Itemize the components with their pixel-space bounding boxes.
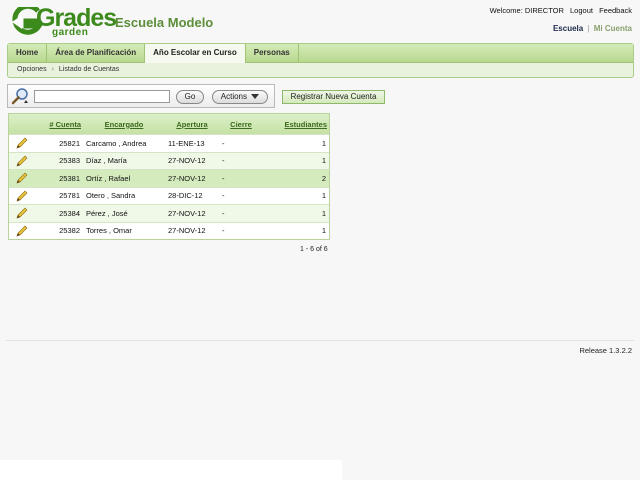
encargado-cell: Torres , Omar	[83, 221, 165, 239]
pencil-icon[interactable]	[15, 172, 29, 184]
table-header-row: # Cuenta Encargado Apertura Cierre Estud…	[9, 114, 329, 135]
header-cierre[interactable]: Cierre	[219, 114, 263, 135]
logout-link[interactable]: Logout	[570, 6, 593, 15]
edit-cell[interactable]	[9, 134, 33, 152]
pagination-info: 1 - 6 of 6	[300, 246, 328, 253]
breadcrumb: Opciones › Listado de Cuentas	[17, 66, 119, 73]
escuela-link[interactable]: Escuela	[553, 24, 583, 33]
encargado-cell: Carcamo , Andrea	[83, 134, 165, 152]
encargado-cell: Ortíz , Rafael	[83, 169, 165, 187]
tab-personas[interactable]: Personas	[246, 44, 299, 62]
cuenta-cell: 25821	[33, 134, 83, 152]
feedback-link[interactable]: Feedback	[599, 6, 632, 15]
logo-text-garden: garden	[52, 27, 89, 38]
welcome-text: Welcome: DIRECTOR	[489, 6, 564, 15]
breadcrumb-listado: Listado de Cuentas	[58, 66, 120, 73]
footer-divider	[6, 340, 634, 341]
edit-cell[interactable]	[9, 151, 33, 170]
apertura-cell: 27-NOV-12	[165, 204, 219, 222]
apertura-cell: 27-NOV-12	[165, 151, 219, 170]
breadcrumb-chevron-icon: ›	[51, 66, 54, 73]
encargado-cell: Díaz , María	[83, 151, 165, 170]
nav-tabs: Home Área de Planificación Año Escolar e…	[8, 44, 633, 63]
estudiantes-cell: 1	[263, 151, 329, 170]
header-edit	[9, 114, 33, 135]
pencil-icon[interactable]	[15, 225, 29, 237]
search-toolbar: Go Actions	[7, 84, 275, 108]
header-encargado[interactable]: Encargado	[83, 114, 165, 135]
cierre-cell: -	[219, 169, 263, 187]
cierre-cell: -	[219, 204, 263, 222]
table-row: 25821 Carcamo , Andrea 11-ENE-13 - 1	[9, 134, 329, 152]
search-input[interactable]	[34, 90, 170, 103]
main-nav: Home Área de Planificación Año Escolar e…	[7, 43, 634, 78]
table-row: 25382 Torres , Omar 27-NOV-12 - 1	[9, 221, 329, 239]
edit-cell[interactable]	[9, 204, 33, 222]
estudiantes-cell: 1	[263, 186, 329, 205]
table-row: 25381 Ortíz , Rafael 27-NOV-12 - 2	[9, 169, 329, 187]
tab-ano-escolar[interactable]: Año Escolar en Curso	[145, 44, 246, 63]
cierre-cell: -	[219, 186, 263, 205]
cierre-cell: -	[219, 221, 263, 239]
accounts-table: # Cuenta Encargado Apertura Cierre Estud…	[8, 113, 330, 240]
registrar-nueva-cuenta-button[interactable]: Registrar Nueva Cuenta	[282, 90, 385, 104]
dropdown-triangle-icon	[251, 94, 260, 100]
pencil-icon[interactable]	[15, 137, 29, 149]
cuenta-cell: 25384	[33, 204, 83, 222]
pencil-icon[interactable]	[15, 190, 29, 202]
grades-garden-logo: Grades garden	[8, 4, 117, 38]
bottom-white-strip	[0, 460, 342, 480]
table-row: 25384 Pérez , José 27-NOV-12 - 1	[9, 204, 329, 222]
estudiantes-cell: 1	[263, 204, 329, 222]
magnifier-icon	[11, 88, 28, 105]
encargado-cell: Otero , Sandra	[83, 186, 165, 205]
table-row: 25383 Díaz , María 27-NOV-12 - 1	[9, 151, 329, 170]
mi-cuenta-link[interactable]: Mi Cuenta	[594, 24, 632, 33]
school-name: Escuela Modelo	[115, 15, 214, 30]
actions-label: Actions	[220, 92, 247, 101]
estudiantes-cell: 2	[263, 169, 329, 187]
cierre-cell: -	[219, 151, 263, 170]
estudiantes-cell: 1	[263, 134, 329, 152]
tab-area-planificacion[interactable]: Área de Planificación	[47, 44, 146, 62]
cuenta-cell: 25382	[33, 221, 83, 239]
apertura-cell: 28-DIC-12	[165, 186, 219, 205]
pencil-icon[interactable]	[15, 155, 29, 167]
estudiantes-cell: 1	[263, 221, 329, 239]
edit-cell[interactable]	[9, 221, 33, 239]
account-separator: |	[587, 24, 590, 33]
encargado-cell: Pérez , José	[83, 204, 165, 222]
cierre-cell: -	[219, 134, 263, 152]
apertura-cell: 11-ENE-13	[165, 134, 219, 152]
actions-button[interactable]: Actions	[212, 90, 268, 104]
header-cuenta[interactable]: # Cuenta	[33, 114, 83, 135]
table-row: 25781 Otero , Sandra 28-DIC-12 - 1	[9, 186, 329, 205]
account-links: Escuela | Mi Cuenta	[553, 24, 632, 33]
tab-home[interactable]: Home	[8, 44, 48, 62]
cuenta-cell: 25781	[33, 186, 83, 205]
breadcrumb-opciones[interactable]: Opciones	[17, 66, 47, 73]
cuenta-cell: 25383	[33, 151, 83, 170]
apertura-cell: 27-NOV-12	[165, 221, 219, 239]
header-apertura[interactable]: Apertura	[165, 114, 219, 135]
apertura-cell: 27-NOV-12	[165, 169, 219, 187]
edit-cell[interactable]	[9, 186, 33, 205]
release-version: Release 1.3.2.2	[579, 346, 632, 355]
header-estudiantes[interactable]: Estudiantes	[263, 114, 329, 135]
edit-cell[interactable]	[9, 169, 33, 187]
pencil-icon[interactable]	[15, 207, 29, 219]
top-links: Welcome: DIRECTOR Logout Feedback	[486, 6, 632, 15]
cuenta-cell: 25381	[33, 169, 83, 187]
go-button[interactable]: Go	[176, 90, 204, 104]
